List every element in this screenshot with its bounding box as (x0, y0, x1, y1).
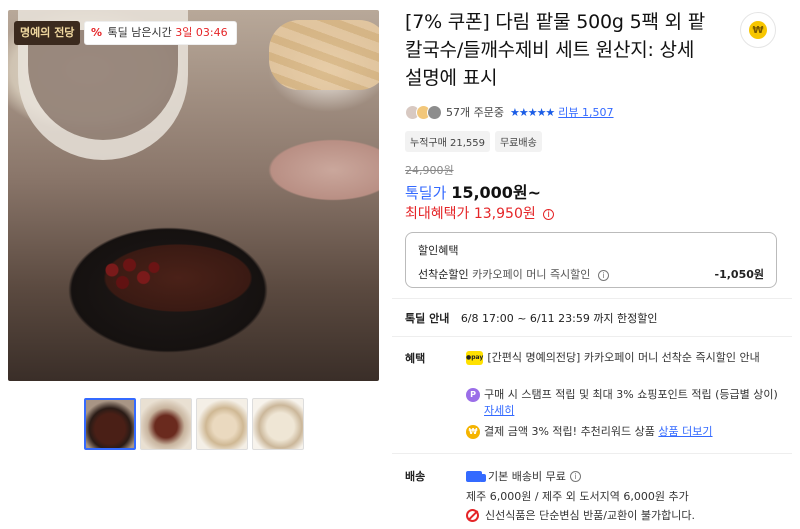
benefit-points: P 구매 시 스탬프 적립 및 최대 3% 쇼핑포인트 적립 (등급별 상이) … (466, 387, 786, 419)
special-deal-info: 톡딜 안내 6/8 17:00 ~ 6/11 23:59 까지 한정할인 (405, 310, 658, 326)
benefit-text: 결제 금액 3% 적립! 추천리워드 상품 (484, 425, 655, 438)
no-return-notice: 신선식품은 단순변심 반품/교환이 불가합니다. (466, 507, 695, 523)
benefit-text: [간편식 명예의전당] 카카오페이 머니 선착순 즉시할인 안내 (487, 351, 760, 364)
thumbnail-1[interactable] (84, 398, 136, 450)
max-benefit-row: 최대혜택가 13,950원 i (405, 203, 555, 223)
deal-price: 15,000원~ (451, 183, 542, 202)
benefits-label: 혜택 (405, 352, 426, 365)
avatar (427, 104, 442, 120)
discount-label: 선착순할인 (418, 268, 469, 281)
discount-box: 할인혜택 선착순할인 카카오페이 머니 즉시할인 i -1,050원 (405, 232, 777, 288)
percent-icon: % (91, 26, 103, 39)
thumbnail-2[interactable] (140, 398, 192, 450)
deal-price-row: 톡딜가 15,000원~ (405, 179, 541, 203)
timer-value: 3일 03:46 (175, 26, 228, 39)
details-link[interactable]: 자세히 (484, 404, 514, 417)
info-icon[interactable]: i (569, 470, 581, 482)
product-main-image (8, 10, 379, 381)
original-price: 24,900원 (405, 164, 454, 177)
deal-price-label: 톡딜가 (405, 184, 447, 202)
info-icon[interactable]: i (543, 209, 555, 220)
discount-header: 할인혜택 (418, 244, 459, 257)
shipping-label: 배송 (405, 470, 426, 483)
point-icon: P (466, 388, 480, 402)
coin-icon: ₩ (466, 425, 480, 439)
divider (392, 453, 792, 454)
no-return-text: 신선식품은 단순변심 반품/교환이 불가합니다. (485, 509, 695, 522)
timer-label: 톡딜 남은시간 (107, 26, 172, 39)
benefit-reward: ₩ 결제 금액 3% 적립! 추천리워드 상품 상품 더보기 (466, 424, 786, 440)
no-return-icon (466, 508, 479, 522)
discount-desc: 카카오페이 머니 즉시할인 (472, 268, 591, 281)
thumbnail-strip (84, 398, 304, 450)
info-icon[interactable]: i (597, 270, 609, 281)
truck-icon (466, 470, 486, 482)
kakaopay-icon: ●pay (466, 351, 484, 365)
deal-timer-badge: % 톡딜 남은시간 3일 03:46 (84, 21, 237, 45)
buyer-avatars (405, 104, 442, 120)
product-tags: 누적구매 21,559 무료배송 (405, 131, 542, 152)
review-summary: 57개 주문중 ★★★★★ 리뷰 1,507 (405, 103, 614, 121)
shipping-extra: 제주 6,000원 / 제주 외 도서지역 6,000원 추가 (466, 488, 689, 504)
thumbnail-3[interactable] (196, 398, 248, 450)
tag-free-shipping: 무료배송 (494, 131, 542, 152)
thumbnail-4[interactable] (252, 398, 304, 450)
discount-amount: -1,050원 (714, 268, 764, 281)
more-products-link[interactable]: 상품 더보기 (658, 425, 712, 438)
shipping-basic-text: 기본 배송비 무료 (488, 470, 566, 483)
special-deal-label: 톡딜 안내 (405, 312, 450, 325)
max-benefit-label: 최대혜택가 (405, 206, 470, 222)
benefit-kakaopay: ●pay [간편식 명예의전당] 카카오페이 머니 선착순 즉시할인 안내 (466, 350, 786, 366)
hall-of-fame-badge: 명예의 전당 (14, 21, 81, 45)
share-button[interactable]: ₩ (740, 12, 776, 48)
special-deal-text: 6/8 17:00 ~ 6/11 23:59 까지 한정할인 (460, 312, 658, 325)
benefit-text: 구매 시 스탬프 적립 및 최대 3% 쇼핑포인트 적립 (등급별 상이) (484, 388, 778, 401)
coin-icon: ₩ (749, 21, 767, 39)
max-benefit-price: 13,950원 (473, 206, 536, 222)
order-count: 57개 주문중 (446, 106, 504, 119)
rating-stars-icon: ★★★★★ (509, 105, 555, 119)
background-snacks (269, 20, 379, 90)
shipping-extra-text: 제주 6,000원 / 제주 외 도서지역 6,000원 추가 (466, 490, 689, 503)
divider (392, 336, 792, 337)
product-title: [7% 쿠폰] 다림 팥물 500g 5팩 외 팥칼국수/들깨수제비 세트 원산… (405, 11, 705, 89)
discount-row: 선착순할인 카카오페이 머니 즉시할인 i -1,050원 (418, 266, 764, 282)
review-link[interactable]: 리뷰 1,507 (558, 104, 613, 120)
divider (392, 298, 792, 299)
shipping-basic: 기본 배송비 무료 i (466, 468, 581, 484)
red-beans-garnish (98, 250, 168, 300)
tag-cumulative-purchase: 누적구매 21,559 (405, 131, 490, 152)
